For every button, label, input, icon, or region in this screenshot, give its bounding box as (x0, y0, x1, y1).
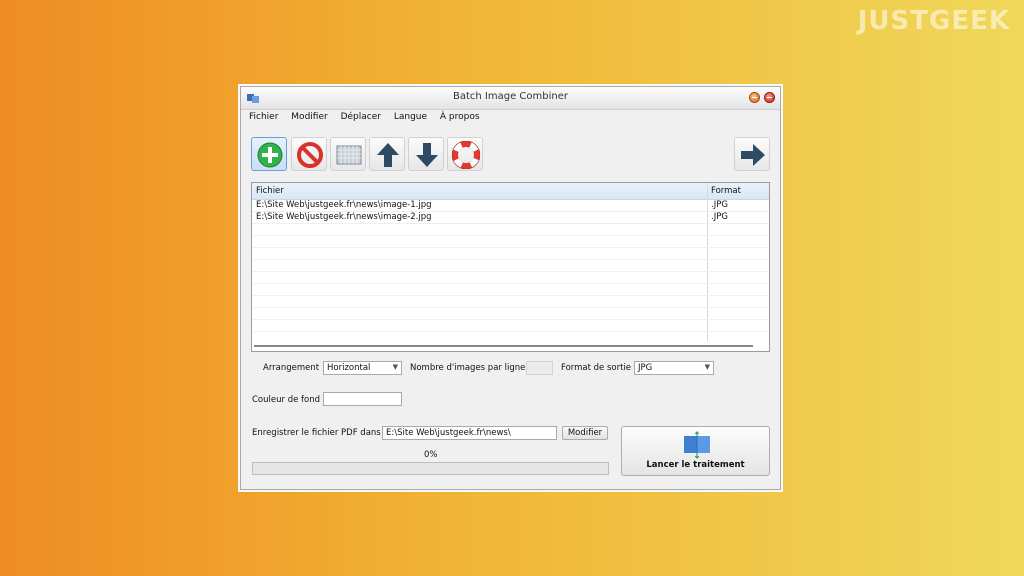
empty-row (252, 272, 769, 284)
help-button[interactable] (447, 137, 483, 171)
modify-path-button[interactable]: Modifier (562, 426, 608, 440)
file-path-cell: E:\Site Web\justgeek.fr\news\image-1.jpg (256, 200, 432, 210)
title-bar: Batch Image Combiner (241, 87, 780, 110)
window-title: Batch Image Combiner (453, 91, 568, 102)
add-images-button[interactable] (251, 137, 287, 171)
images-per-line-label: Nombre d'images par ligne (410, 363, 526, 373)
horizontal-scrollbar[interactable] (254, 343, 767, 349)
remove-icon (297, 142, 323, 168)
background-color-input[interactable] (323, 392, 402, 406)
table-row[interactable]: E:\Site Web\justgeek.fr\news\image-2.jpg… (252, 212, 769, 224)
column-header-fichier[interactable]: Fichier (256, 186, 284, 196)
empty-row (252, 296, 769, 308)
remove-image-button[interactable] (291, 137, 327, 171)
empty-row (252, 224, 769, 236)
move-down-button[interactable] (408, 137, 444, 171)
empty-row (252, 308, 769, 320)
table-row[interactable]: E:\Site Web\justgeek.fr\news\image-1.jpg… (252, 200, 769, 212)
output-format-label: Format de sortie (561, 363, 632, 373)
arrangement-value: Horizontal (327, 363, 371, 373)
help-icon (452, 141, 480, 169)
background-color-label: Couleur de fond (252, 395, 320, 405)
progress-bar (252, 462, 609, 475)
empty-row (252, 320, 769, 332)
file-path-cell: E:\Site Web\justgeek.fr\news\image-2.jpg (256, 212, 432, 222)
watermark: JUSTGEEK (857, 6, 1010, 36)
combine-images-icon (684, 431, 710, 459)
arrangement-label: Arrangement (263, 363, 320, 373)
clear-list-button[interactable] (330, 137, 366, 171)
close-button[interactable] (764, 92, 775, 103)
app-window: Batch Image Combiner Fichier Modifier Dé… (240, 86, 781, 490)
launch-processing-button[interactable]: Lancer le traitement (621, 426, 770, 476)
launch-button-label: Lancer le traitement (646, 460, 745, 470)
next-arrow-icon (741, 144, 765, 166)
menu-a-propos[interactable]: À propos (440, 112, 480, 122)
menu-modifier[interactable]: Modifier (291, 112, 327, 122)
images-per-line-input[interactable] (526, 361, 553, 375)
empty-row (252, 248, 769, 260)
move-up-button[interactable] (369, 137, 405, 171)
file-list[interactable]: Fichier Format E:\Site Web\justgeek.fr\n… (251, 182, 770, 352)
save-path-input[interactable]: E:\Site Web\justgeek.fr\news\ (382, 426, 557, 440)
toolbar (249, 135, 772, 175)
file-list-header: Fichier Format (252, 183, 769, 200)
clear-list-icon (336, 145, 362, 165)
chevron-down-icon: ▼ (704, 363, 710, 371)
chevron-down-icon: ▼ (392, 363, 398, 371)
column-header-format[interactable]: Format (711, 186, 741, 196)
menu-fichier[interactable]: Fichier (249, 112, 278, 122)
output-format-select[interactable]: JPG ▼ (634, 361, 714, 375)
move-down-icon (416, 143, 438, 167)
output-format-value: JPG (638, 363, 653, 373)
empty-row (252, 236, 769, 248)
menu-deplacer[interactable]: Déplacer (341, 112, 381, 122)
format-cell: .JPG (711, 200, 728, 210)
format-cell: .JPG (711, 212, 728, 222)
menu-langue[interactable]: Langue (394, 112, 427, 122)
empty-row (252, 284, 769, 296)
progress-text: 0% (424, 450, 438, 460)
empty-row (252, 260, 769, 272)
arrangement-select[interactable]: Horizontal ▼ (323, 361, 402, 375)
move-up-icon (377, 143, 399, 167)
next-button[interactable] (734, 137, 770, 171)
minimize-button[interactable] (749, 92, 760, 103)
add-icon (257, 142, 283, 168)
menu-bar: Fichier Modifier Déplacer Langue À propo… (249, 112, 490, 128)
save-path-label: Enregistrer le fichier PDF dans (252, 428, 381, 438)
